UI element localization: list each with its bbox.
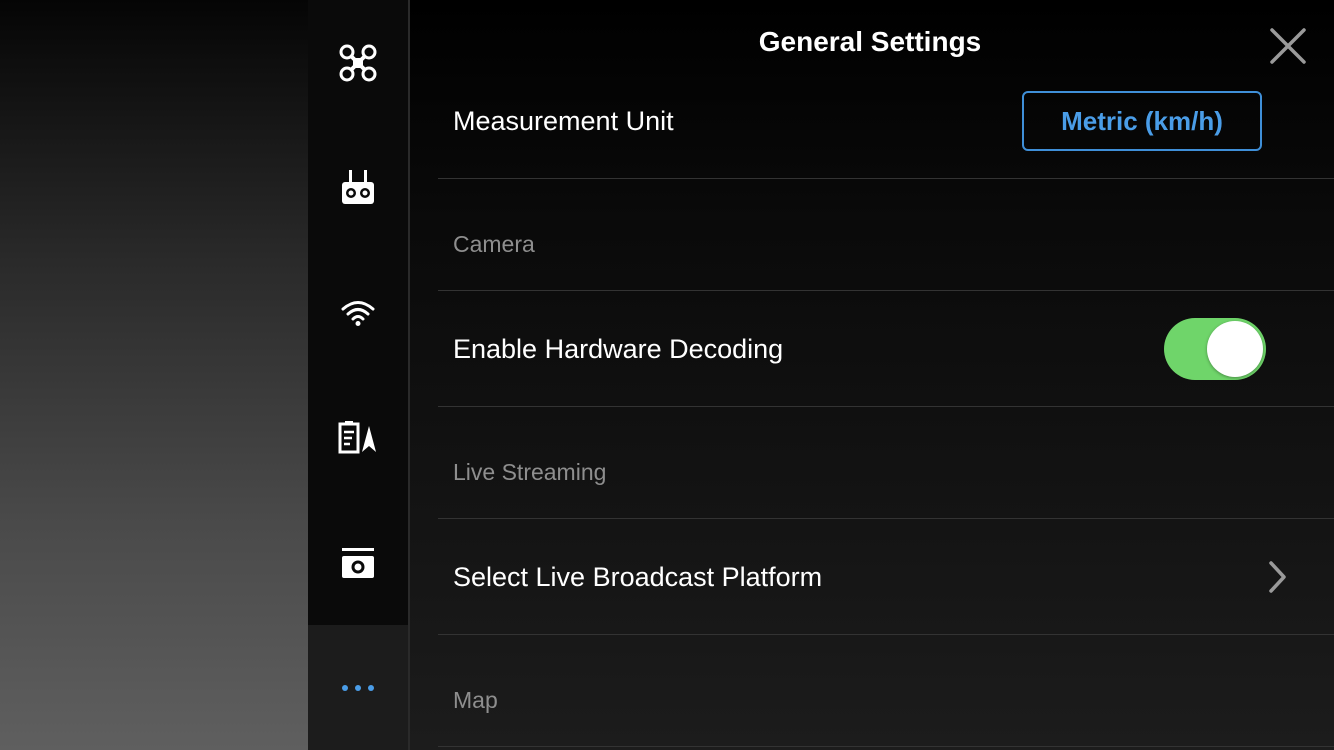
camera-icon [340,546,376,580]
camera-section-label: Camera [453,231,535,257]
hardware-decoding-label: Enable Hardware Decoding [453,334,784,364]
camera-preview-area [0,0,308,750]
battery-flight-icon [338,420,378,456]
measurement-unit-label: Measurement Unit [453,106,674,136]
broadcast-platform-row[interactable]: Select Live Broadcast Platform [438,519,1334,635]
page-title: General Settings [758,26,982,57]
wifi-icon [340,299,376,327]
drone-icon [338,43,378,83]
toggle-knob [1207,321,1263,377]
map-section-label: Map [453,687,498,713]
nav-item-aircraft[interactable] [308,0,408,125]
nav-item-battery[interactable] [308,375,408,500]
measurement-unit-button[interactable]: Metric (km/h) [1022,91,1262,151]
map-section-header: Map [438,635,1334,747]
settings-nav-rail [308,0,408,750]
nav-item-transmission[interactable] [308,250,408,375]
broadcast-platform-label: Select Live Broadcast Platform [453,562,823,592]
camera-section-header: Camera [438,179,1334,291]
nav-item-gimbal-camera[interactable] [308,500,408,625]
nav-item-more[interactable] [308,625,408,750]
more-dots-icon [341,684,375,692]
remote-controller-icon [340,168,376,208]
live-streaming-section-label: Live Streaming [453,459,607,485]
close-button[interactable] [1266,24,1310,68]
chevron-right-icon[interactable] [1262,560,1292,594]
app-root: General Settings Measurement Unit Metric… [0,0,1334,750]
nav-item-remote-controller[interactable] [308,125,408,250]
hardware-decoding-toggle[interactable] [1164,318,1266,380]
live-streaming-section-header: Live Streaming [438,407,1334,519]
general-settings-panel: General Settings Measurement Unit Metric… [410,0,1334,750]
